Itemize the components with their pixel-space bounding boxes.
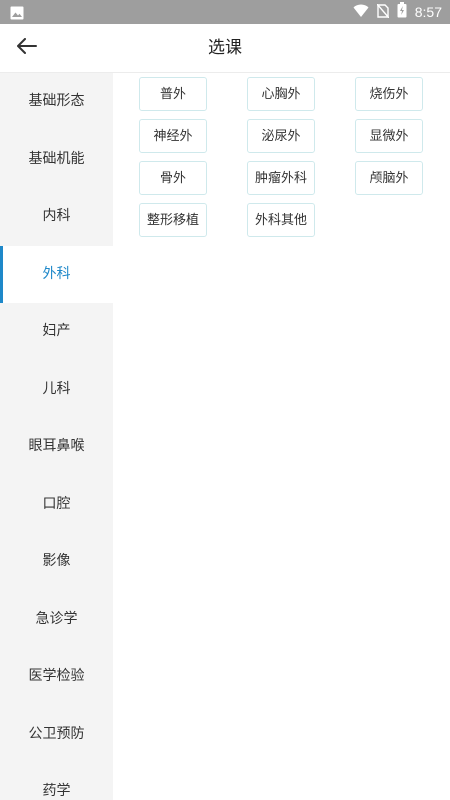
course-tag[interactable]: 外科其他 [247,203,315,237]
sidebar-item[interactable]: 儿科 [0,361,113,419]
course-content: 普外 心胸外 烧伤外神经外 泌尿外 显微外骨外 肿瘤外科 颅脑外整形移植 外科其他 [113,73,450,800]
sidebar-item[interactable]: 基础形态 [0,73,113,131]
course-tag[interactable]: 烧伤外 [355,77,423,111]
course-tag[interactable]: 肿瘤外科 [247,161,315,195]
sidebar-item[interactable]: 基础机能 [0,131,113,189]
app-bar: 选课 [0,24,450,73]
status-time: 8:57 [414,4,442,20]
course-tag[interactable]: 显微外 [355,119,423,153]
sidebar-item[interactable]: 口腔 [0,476,113,534]
wifi-icon [353,3,369,22]
course-tag[interactable]: 神经外 [139,119,207,153]
sidebar-item[interactable]: 公卫预防 [0,706,113,764]
status-bar: 8:57 [0,0,450,24]
course-tag[interactable]: 心胸外 [247,77,315,111]
no-sim-icon [376,3,390,22]
sidebar-item[interactable]: 药学 [0,763,113,800]
sidebar-item[interactable]: 眼耳鼻喉 [0,418,113,476]
course-tag[interactable]: 整形移植 [139,203,207,237]
course-tag[interactable]: 泌尿外 [247,119,315,153]
sidebar-item[interactable]: 内科 [0,188,113,246]
sidebar-item[interactable]: 急诊学 [0,591,113,649]
sidebar-item[interactable]: 妇产 [0,303,113,361]
status-icons: 8:57 [353,0,442,24]
category-sidebar: 基础形态 基础机能 内科 外科 妇产 儿科 眼耳鼻喉 口腔 影像 急诊学 医学检验 公卫预防 药学 [0,73,113,800]
battery-icon [397,2,407,22]
course-tag[interactable]: 骨外 [139,161,207,195]
course-tag[interactable]: 颅脑外 [355,161,423,195]
image-icon [10,5,24,24]
page-title: 选课 [208,38,242,58]
sidebar-item[interactable]: 影像 [0,533,113,591]
sidebar-item[interactable]: 医学检验 [0,648,113,706]
sidebar-item[interactable]: 外科 [0,245,113,303]
course-tag[interactable]: 普外 [139,77,207,111]
